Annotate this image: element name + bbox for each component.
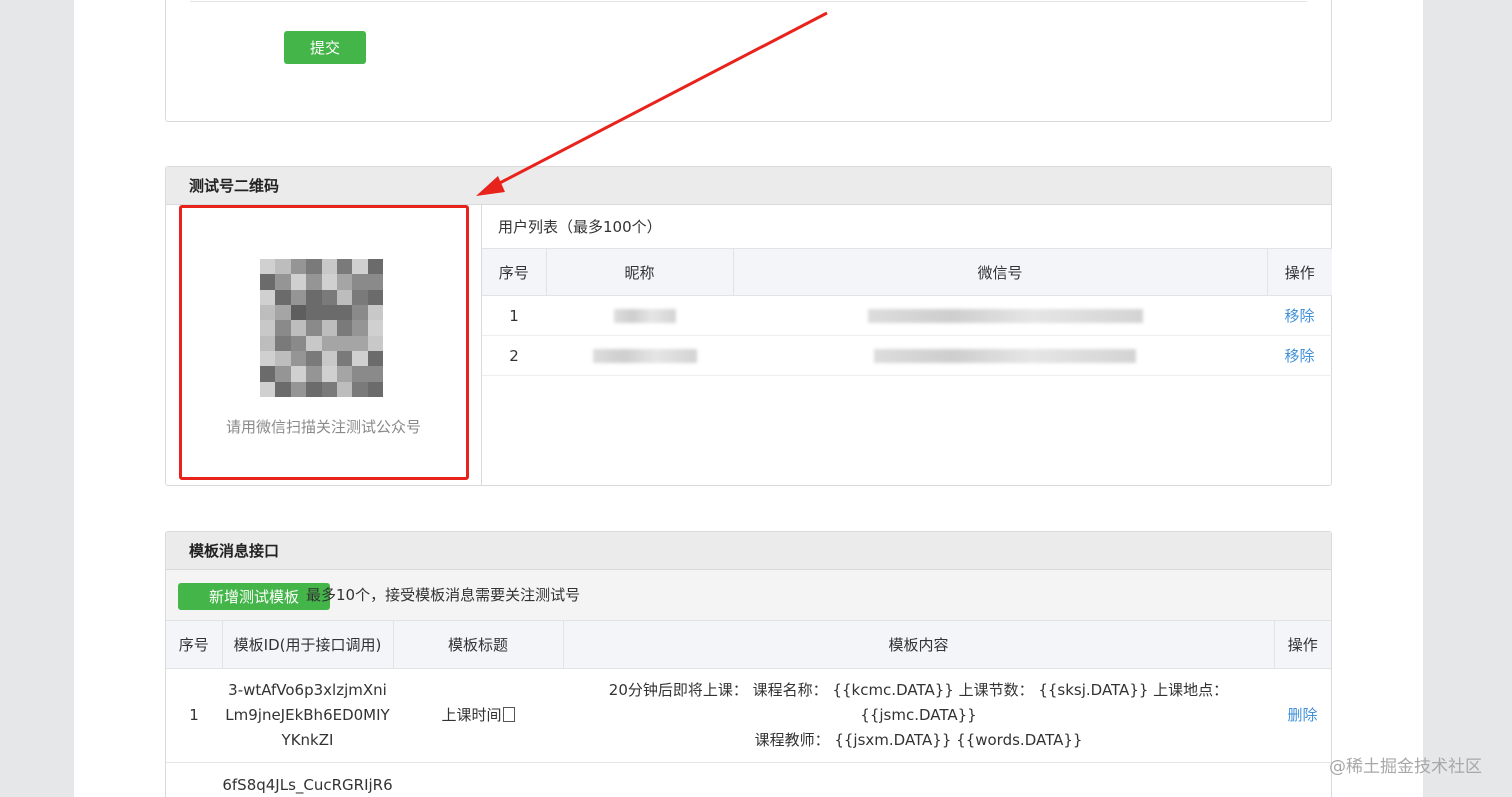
arrow-line (489, 11, 828, 190)
arrow-head (476, 176, 505, 196)
watermark: @稀土掘金技术社区 (1329, 757, 1482, 777)
annotation-arrow (476, 11, 828, 196)
